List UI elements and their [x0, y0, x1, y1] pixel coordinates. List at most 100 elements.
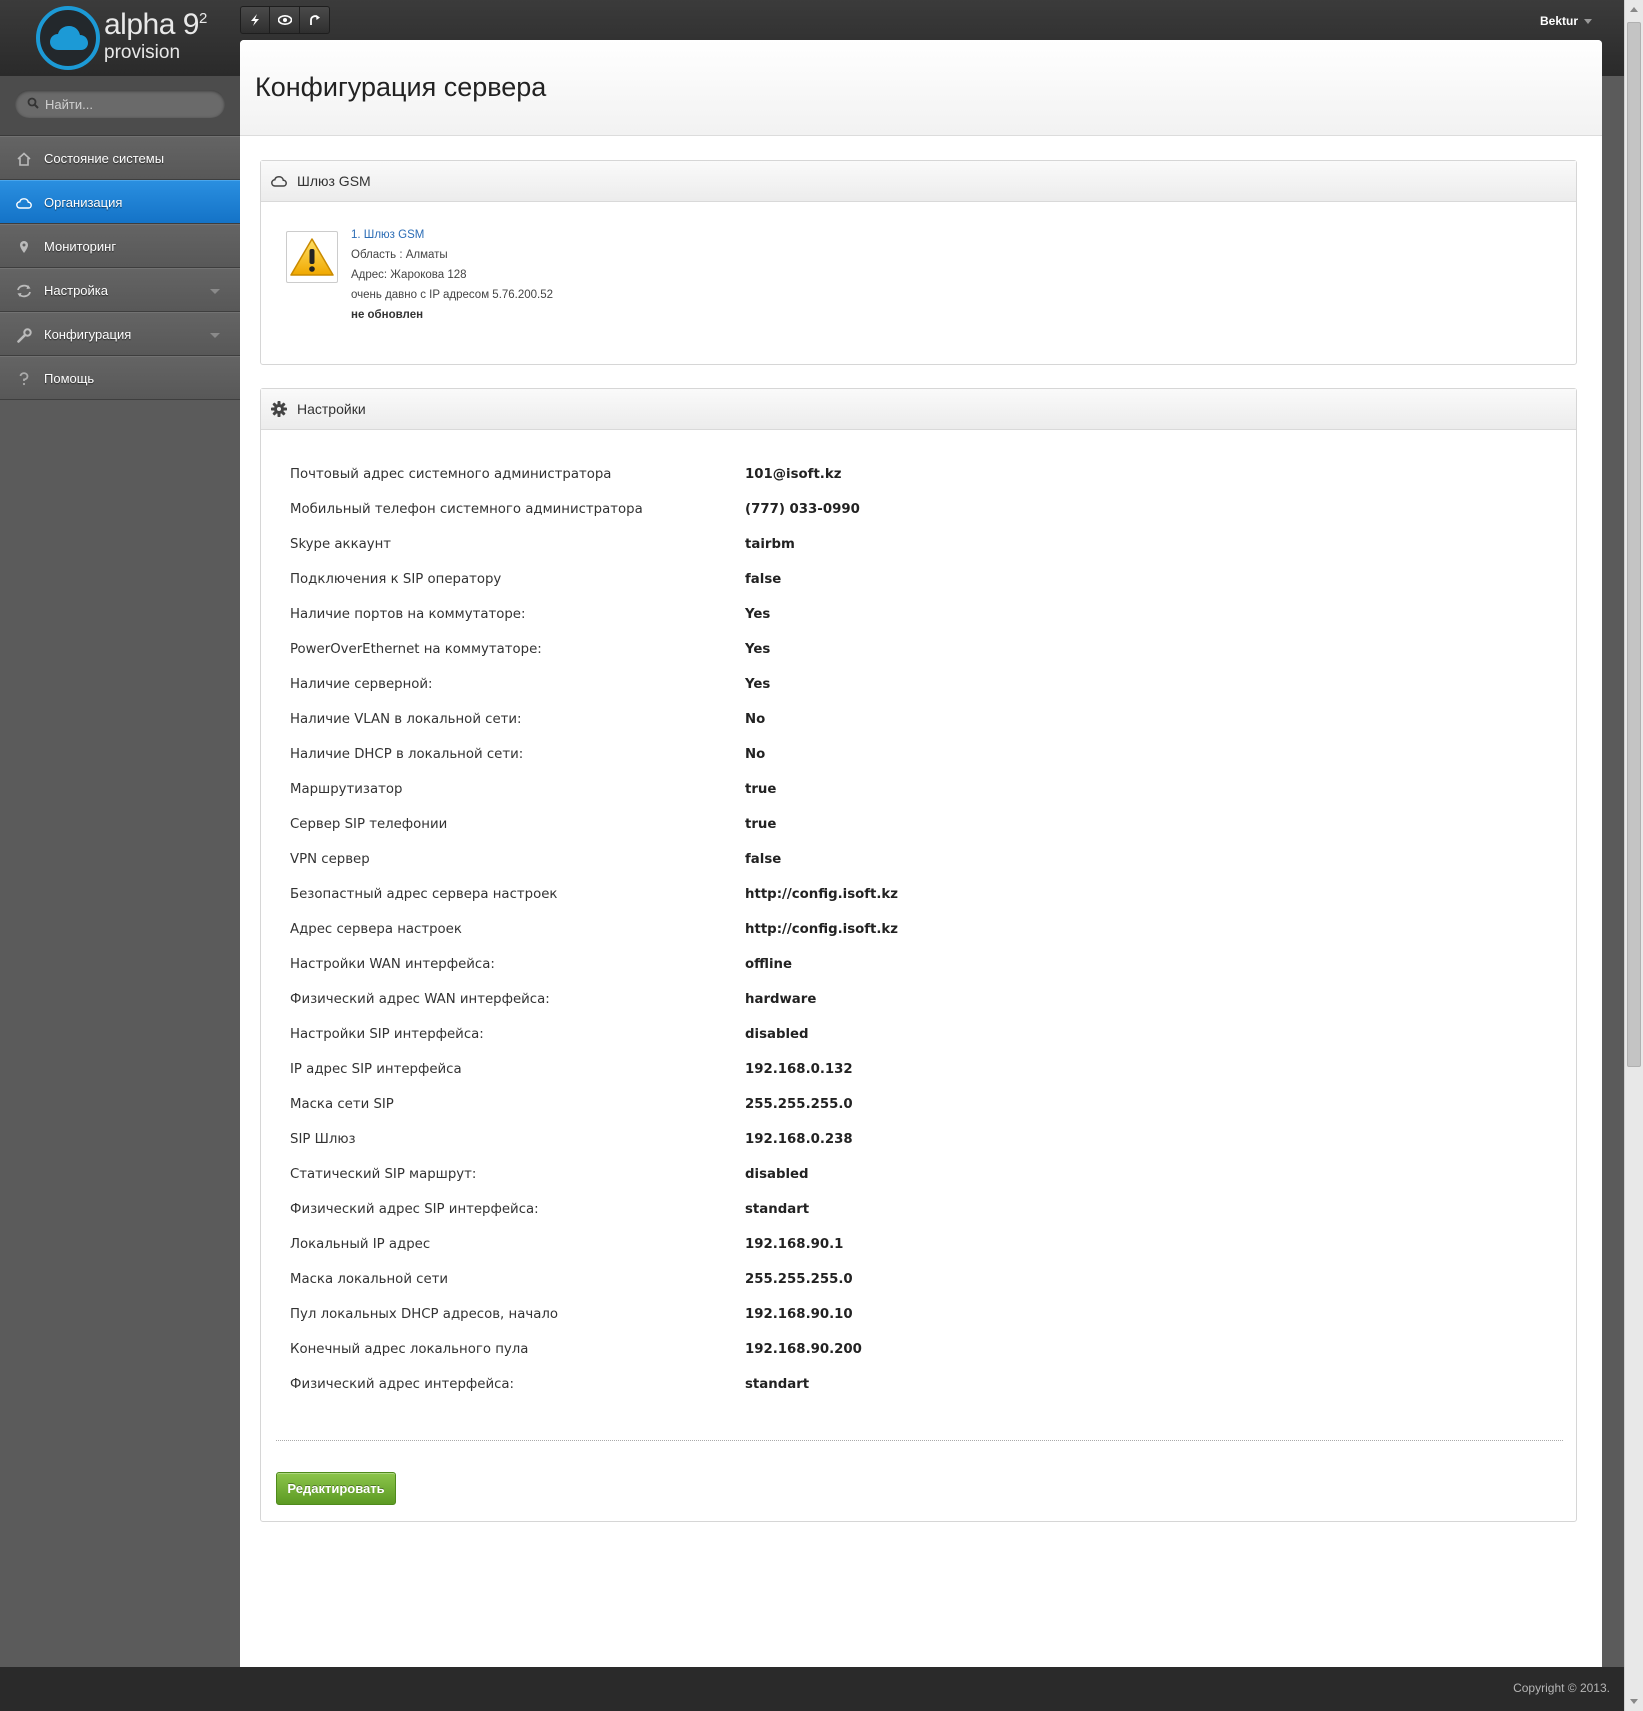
table-row: Адрес сервера настроек http://config.isof…	[290, 912, 898, 947]
setting-value: tairbm	[745, 537, 795, 552]
sidebar-item-label: Помощь	[44, 370, 95, 386]
setting-label: Статический SIP маршрут:	[290, 1167, 477, 1182]
bolt-button[interactable]	[240, 6, 270, 34]
gateway-region: Область : Алматы	[351, 249, 448, 261]
table-row: Физический адрес WAN интерфейса: hardware	[290, 982, 898, 1017]
scrollbar-thumb[interactable]	[1627, 22, 1641, 1067]
warning-icon	[290, 238, 334, 276]
settings-table: Почтовый адрес системного администратора…	[290, 457, 898, 1402]
setting-value: offline	[745, 957, 793, 972]
table-row: Маска локальной сети 255.255.255.0	[290, 1262, 898, 1297]
setting-label: Наличие портов на коммутаторе:	[290, 607, 526, 622]
setting-label: Skype аккаунт	[290, 537, 392, 552]
setting-value: Yes	[745, 642, 771, 657]
sidebar-item-monitoring[interactable]: Мониторинг	[0, 224, 240, 268]
footer: Copyright © 2013.	[0, 1667, 1624, 1711]
sidebar-nav: Состояние системы Организация Мониторинг…	[0, 136, 240, 400]
sidebar: Состояние системы Организация Мониторинг…	[0, 76, 240, 1667]
sidebar-item-organization[interactable]: Организация	[0, 180, 240, 224]
chevron-down-icon	[1584, 18, 1592, 24]
table-row: Пул локальных DHCP адресов, начало 192.16…	[290, 1297, 898, 1332]
setting-label: Маршрутизатор	[290, 782, 403, 797]
brand-name: alpha 92	[104, 8, 207, 41]
sidebar-item-help[interactable]: Помощь	[0, 356, 240, 400]
gateway-status: не обновлен	[351, 309, 424, 321]
table-row: Skype аккаунт tairbm	[290, 527, 898, 562]
table-row: IP адрес SIP интерфейса 192.168.0.132	[290, 1052, 898, 1087]
setting-value: disabled	[745, 1027, 809, 1042]
sidebar-item-system-status[interactable]: Состояние системы	[0, 136, 240, 180]
gateway-address: Адрес: Жарокова 128	[351, 269, 467, 281]
sidebar-item-label: Настройка	[44, 282, 108, 298]
table-row: Статический SIP маршрут: disabled	[290, 1157, 898, 1192]
setting-label: Конечный адрес локального пула	[290, 1342, 529, 1357]
eye-button[interactable]	[270, 6, 300, 34]
setting-label: Наличие DHCP в локальной сети:	[290, 747, 524, 762]
sidebar-item-configuration[interactable]: Конфигурация	[0, 312, 240, 356]
table-row: Безопастный адрес сервера настроек http:/…	[290, 877, 898, 912]
table-row: Наличие DHCP в локальной сети: No	[290, 737, 898, 772]
gateway-panel-title: Шлюз GSM	[297, 173, 371, 189]
table-row: Физический адрес SIP интерфейса: standart	[290, 1192, 898, 1227]
gateway-last-seen: очень давно с IP адресом 5.76.200.52	[351, 289, 554, 301]
settings-panel-title: Настройки	[297, 401, 366, 417]
settings-panel-header: Настройки	[261, 389, 1576, 430]
gear-icon	[271, 401, 287, 417]
logo[interactable]: alpha 92 provision	[36, 6, 236, 72]
setting-value: (777) 033-0990	[745, 502, 860, 517]
setting-value: No	[745, 712, 766, 727]
table-row: Почтовый адрес системного администратора…	[290, 457, 898, 492]
gateway-link[interactable]: 1. Шлюз GSM	[351, 229, 424, 241]
map-pin-icon	[16, 239, 32, 255]
sync-icon	[16, 283, 32, 299]
setting-value: 255.255.255.0	[745, 1097, 853, 1112]
setting-value: true	[745, 782, 777, 797]
setting-value: No	[745, 747, 766, 762]
table-row: Маршрутизатор true	[290, 772, 898, 807]
redo-button[interactable]	[300, 6, 330, 34]
table-row: SIP Шлюз 192.168.0.238	[290, 1122, 898, 1157]
sidebar-item-label: Организация	[44, 194, 123, 210]
divider	[276, 1440, 1563, 1441]
setting-value: 255.255.255.0	[745, 1272, 853, 1287]
setting-value: hardware	[745, 992, 817, 1007]
bolt-icon	[251, 14, 259, 26]
table-row: Конечный адрес локального пула 192.168.90…	[290, 1332, 898, 1367]
copyright: Copyright © 2013.	[1513, 1681, 1610, 1695]
edit-button[interactable]: Редактировать	[276, 1472, 396, 1505]
setting-label: Маска сети SIP	[290, 1097, 394, 1112]
search-input[interactable]	[45, 90, 215, 118]
table-row: Мобильный телефон системного администрат…	[290, 492, 898, 527]
quick-toolbar	[240, 6, 330, 34]
sidebar-item-label: Состояние системы	[44, 150, 165, 166]
search-area	[0, 76, 240, 136]
sidebar-item-label: Конфигурация	[44, 326, 132, 342]
sidebar-item-setup[interactable]: Настройка	[0, 268, 240, 312]
setting-label: Наличие VLAN в локальной сети:	[290, 712, 522, 727]
user-menu[interactable]: Bektur	[1540, 14, 1592, 28]
setting-label: Настройки SIP интерфейса:	[290, 1027, 484, 1042]
brand-subtitle: provision	[104, 42, 181, 63]
setting-value: Yes	[745, 677, 771, 692]
setting-label: Адрес сервера настроек	[290, 922, 462, 937]
table-row: Локальный IP адрес 192.168.90.1	[290, 1227, 898, 1262]
table-row: VPN сервер false	[290, 842, 898, 877]
table-row: PowerOverEthernet на коммутаторе: Yes	[290, 632, 898, 667]
scroll-up-icon[interactable]	[1630, 7, 1638, 12]
scrollbar[interactable]	[1624, 0, 1643, 1711]
gateway-panel-header: Шлюз GSM	[261, 161, 1576, 202]
setting-value: false	[745, 572, 782, 587]
table-row: Настройки SIP интерфейса: disabled	[290, 1017, 898, 1052]
setting-value: 192.168.90.200	[745, 1342, 862, 1357]
setting-value: 192.168.0.238	[745, 1132, 853, 1147]
setting-value: true	[745, 817, 777, 832]
setting-label: Настройки WAN интерфейса:	[290, 957, 495, 972]
setting-label: Наличие серверной:	[290, 677, 433, 692]
gateway-thumbnail	[286, 231, 338, 283]
cloud-logo-icon	[50, 26, 88, 50]
redo-icon	[309, 15, 320, 25]
search-icon	[27, 97, 39, 109]
scroll-down-icon[interactable]	[1630, 1699, 1638, 1704]
setting-value: 192.168.90.10	[745, 1307, 853, 1322]
setting-value: disabled	[745, 1167, 809, 1182]
